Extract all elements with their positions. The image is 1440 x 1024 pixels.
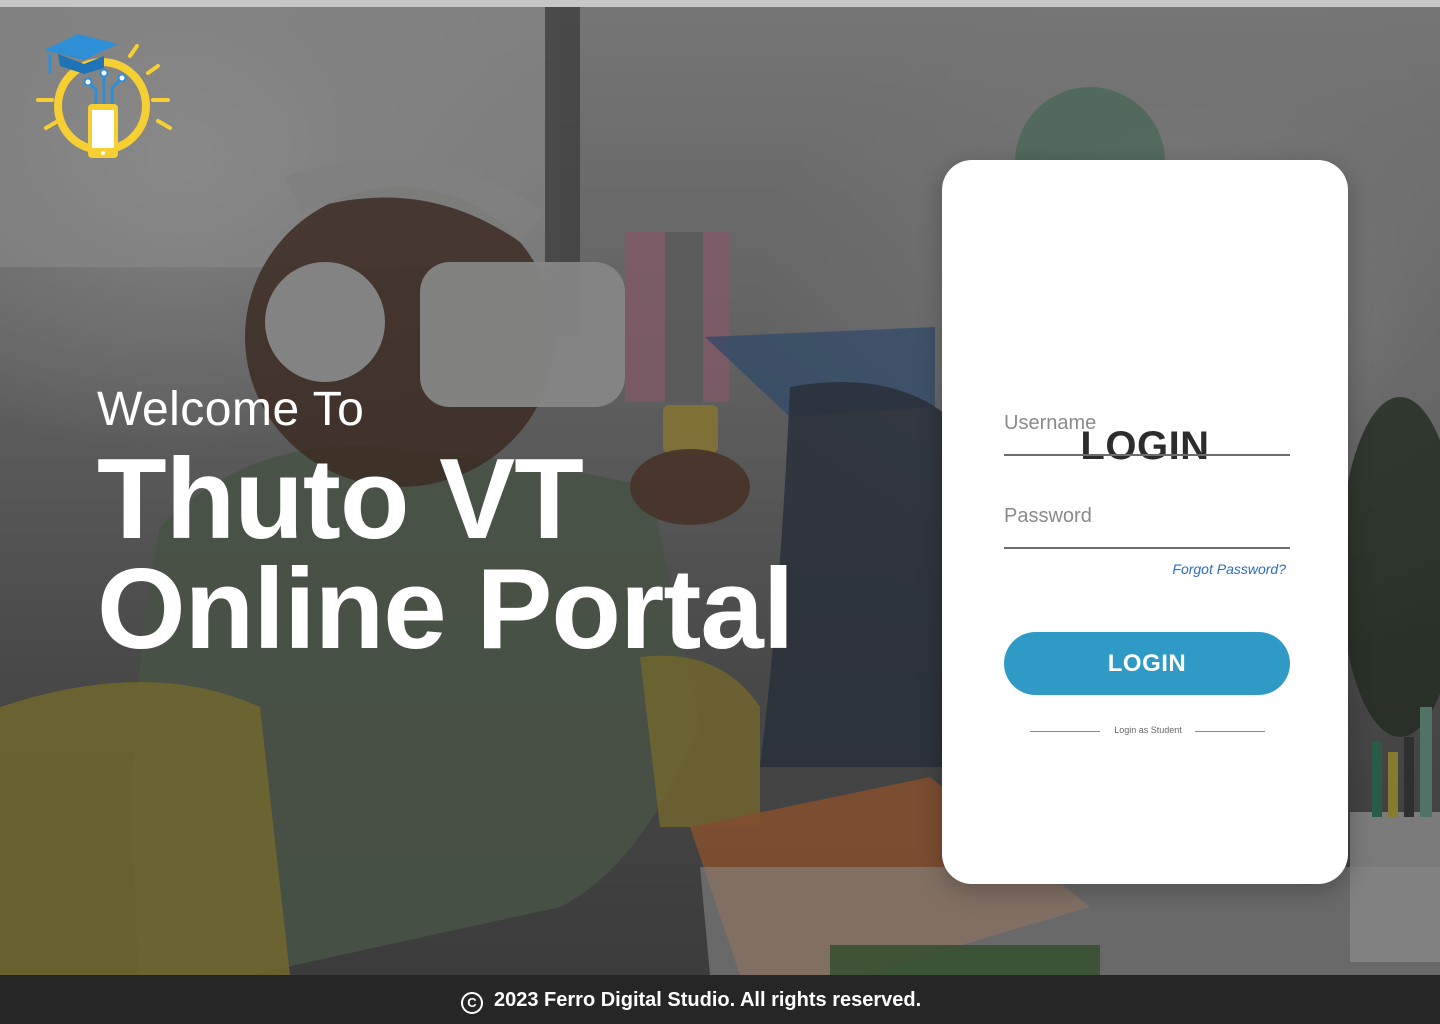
login-button[interactable]: LOGIN <box>1004 632 1290 695</box>
username-input[interactable] <box>1004 406 1290 440</box>
portal-headline: Thuto VT Online Portal <box>97 436 794 673</box>
lightbulb-graduation-cap-logo <box>36 34 172 158</box>
password-input[interactable] <box>1004 499 1290 533</box>
password-field[interactable] <box>1004 499 1290 549</box>
forgot-password-link[interactable]: Forgot Password? <box>1004 561 1286 577</box>
username-field[interactable] <box>1004 406 1290 456</box>
divider-left <box>1030 731 1100 732</box>
copyright-icon: C <box>461 992 483 1014</box>
page: Welcome To Thuto VT Online Portal LOGIN … <box>0 0 1440 1024</box>
divider-right <box>1195 731 1265 732</box>
top-strip <box>0 0 1440 7</box>
login-as-student-link[interactable]: Login as Student <box>1100 725 1196 735</box>
footer-copyright-text: 2023 Ferro Digital Studio. All rights re… <box>494 989 922 1011</box>
welcome-text: Welcome To <box>97 383 365 436</box>
